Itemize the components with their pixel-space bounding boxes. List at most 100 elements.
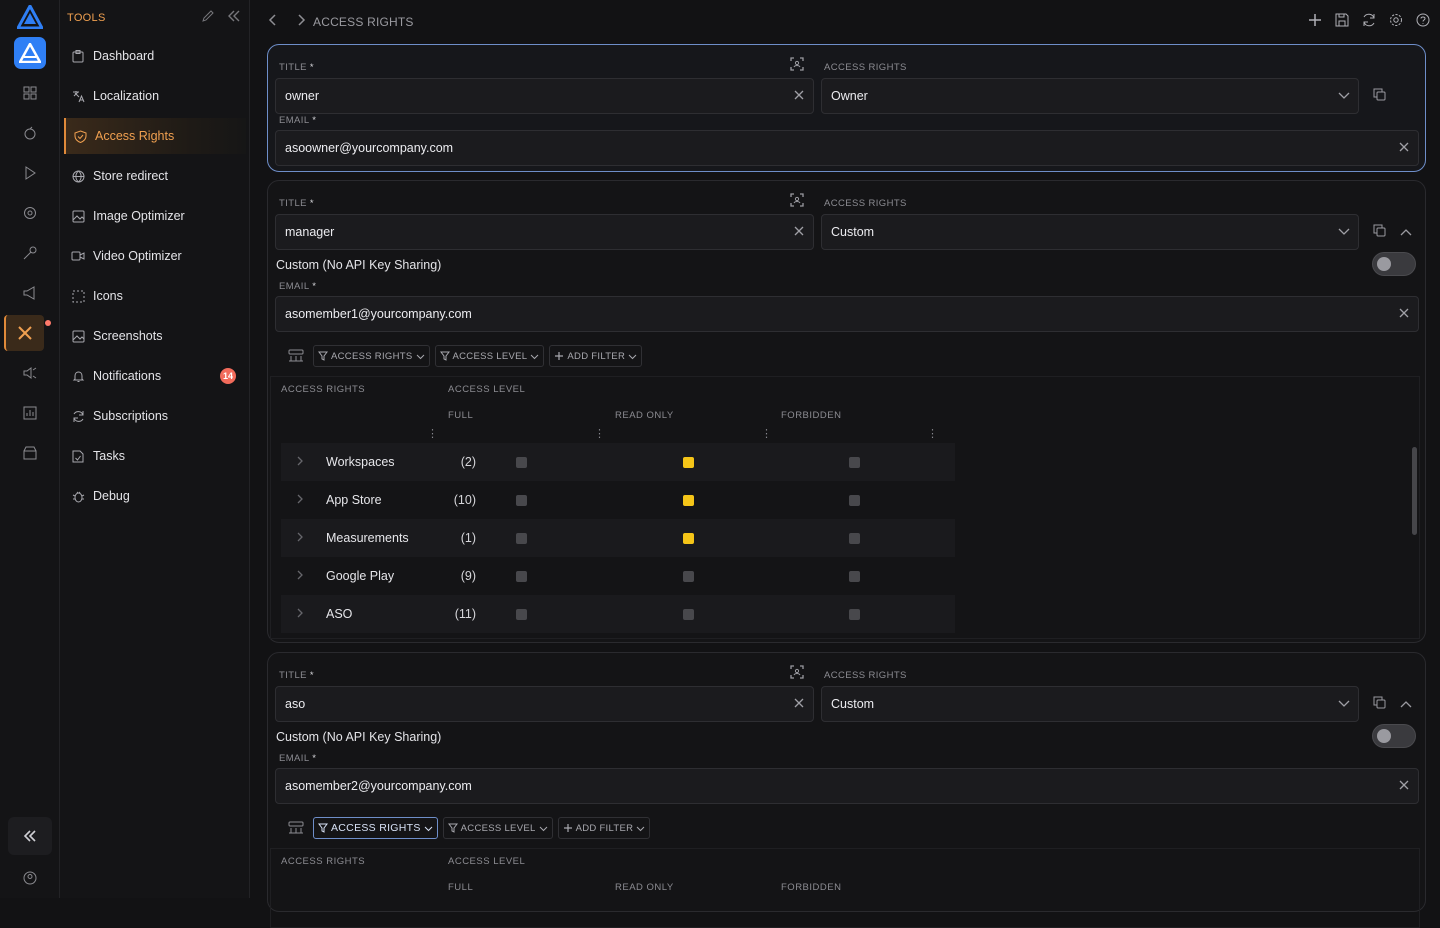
sidebar-item-label: Subscriptions	[93, 409, 169, 423]
api-key-sharing-toggle[interactable]	[1372, 252, 1416, 276]
column-menu-icon[interactable]: ⋮	[594, 427, 605, 440]
checkbox-read-only[interactable]	[683, 571, 694, 582]
filter-access-rights-button[interactable]: ACCESS RIGHTS	[313, 345, 430, 367]
sidebar-item-tasks[interactable]: Tasks	[64, 438, 246, 474]
chevron-up-icon[interactable]	[1400, 699, 1412, 711]
chevron-up-icon[interactable]	[1400, 227, 1412, 239]
checkbox-read-only[interactable]	[683, 495, 694, 506]
sidebar-item-notifications[interactable]: Notifications 14	[64, 358, 246, 394]
translate-icon	[71, 89, 85, 103]
filter-access-level-button[interactable]: ACCESS LEVEL	[442, 817, 553, 839]
checkbox-full[interactable]	[516, 533, 527, 544]
checkbox-forbidden[interactable]	[849, 495, 860, 506]
group-icon[interactable]	[288, 349, 304, 363]
app-icon[interactable]	[14, 37, 46, 69]
megaphone-icon[interactable]	[20, 283, 40, 303]
help-icon[interactable]	[1416, 13, 1430, 27]
pencil-icon[interactable]	[201, 9, 215, 23]
expand-chevron-icon[interactable]	[295, 455, 305, 467]
checkbox-forbidden[interactable]	[849, 457, 860, 468]
filter-access-rights-button[interactable]: ACCESS RIGHTS	[313, 817, 438, 839]
play-icon[interactable]	[20, 163, 40, 183]
sidebar-item-video-optimizer[interactable]: Video Optimizer	[64, 238, 246, 274]
expand-chevron-icon[interactable]	[295, 569, 305, 581]
checkbox-read-only[interactable]	[683, 609, 694, 620]
copy-icon[interactable]	[1373, 88, 1386, 101]
scan-icon[interactable]	[790, 665, 804, 679]
checkbox-read-only[interactable]	[683, 533, 694, 544]
access-rights-select[interactable]: Owner	[821, 78, 1359, 114]
sidebar-item-access-rights[interactable]: Access Rights	[64, 118, 246, 154]
column-menu-icon[interactable]: ⋮	[761, 427, 772, 440]
table-row[interactable]: Measurements (1)	[281, 519, 955, 557]
forward-arrow-icon[interactable]	[294, 13, 308, 27]
checkbox-forbidden[interactable]	[849, 609, 860, 620]
clear-icon[interactable]	[793, 697, 805, 709]
add-filter-button[interactable]: ADD FILTER	[549, 345, 643, 367]
sidebar-item-debug[interactable]: Debug	[64, 478, 246, 514]
store-icon[interactable]	[20, 443, 40, 463]
sidebar-item-screenshots[interactable]: Screenshots	[64, 318, 246, 354]
apple-icon[interactable]	[20, 123, 40, 143]
scan-icon[interactable]	[790, 193, 804, 207]
copy-icon[interactable]	[1373, 224, 1386, 237]
group-icon[interactable]	[288, 821, 304, 835]
grid-icon[interactable]	[20, 83, 40, 103]
sidebar-item-image-optimizer[interactable]: Image Optimizer	[64, 198, 246, 234]
email-input[interactable]: asomember2@yourcompany.com	[275, 768, 1419, 804]
title-input[interactable]: aso	[275, 686, 814, 722]
expand-chevron-icon[interactable]	[295, 607, 305, 619]
sidebar-item-store-redirect[interactable]: Store redirect	[64, 158, 246, 194]
checkbox-forbidden[interactable]	[849, 533, 860, 544]
email-input[interactable]: asoowner@yourcompany.com	[275, 130, 1419, 166]
api-key-sharing-toggle[interactable]	[1372, 724, 1416, 748]
tools-icon[interactable]	[4, 315, 44, 351]
sidebar-item-dashboard[interactable]: Dashboard	[64, 38, 246, 74]
email-input[interactable]: asomember1@yourcompany.com	[275, 296, 1419, 332]
clear-icon[interactable]	[1398, 779, 1410, 791]
key-icon[interactable]	[20, 243, 40, 263]
add-icon[interactable]	[1308, 13, 1322, 27]
table-row[interactable]: Workspaces (2)	[281, 443, 955, 481]
sidebar-item-icons[interactable]: Icons	[64, 278, 246, 314]
speaker-icon[interactable]	[20, 363, 40, 383]
checkbox-read-only[interactable]	[683, 457, 694, 468]
expand-chevron-icon[interactable]	[295, 531, 305, 543]
member-card-owner[interactable]: TITLE * ACCESS RIGHTS owner Owner EMAIL …	[267, 44, 1426, 172]
checkbox-full[interactable]	[516, 495, 527, 506]
sidebar-item-localization[interactable]: Localization	[64, 78, 246, 114]
title-input[interactable]: manager	[275, 214, 814, 250]
add-filter-button[interactable]: ADD FILTER	[557, 817, 651, 839]
table-row[interactable]: Google Play (9)	[281, 557, 955, 595]
clear-icon[interactable]	[793, 89, 805, 101]
checkbox-forbidden[interactable]	[849, 571, 860, 582]
clear-icon[interactable]	[1398, 141, 1410, 153]
table-scrollbar[interactable]	[1412, 447, 1417, 535]
column-menu-icon[interactable]: ⋮	[427, 427, 438, 440]
column-menu-icon[interactable]: ⋮	[927, 427, 938, 440]
checkbox-full[interactable]	[516, 571, 527, 582]
collapse-sidebar-icon[interactable]	[227, 9, 241, 23]
gear-icon[interactable]	[1389, 13, 1403, 27]
reload-icon[interactable]	[1362, 13, 1376, 27]
checkbox-full[interactable]	[516, 457, 527, 468]
access-rights-select[interactable]: Custom	[821, 686, 1359, 722]
back-arrow-icon[interactable]	[266, 13, 280, 27]
clear-icon[interactable]	[1398, 307, 1410, 319]
access-rights-select[interactable]: Custom	[821, 214, 1359, 250]
checkbox-full[interactable]	[516, 609, 527, 620]
copy-icon[interactable]	[1373, 696, 1386, 709]
target-icon[interactable]	[20, 203, 40, 223]
save-icon[interactable]	[1335, 13, 1349, 27]
clear-icon[interactable]	[793, 225, 805, 237]
sidebar-item-subscriptions[interactable]: Subscriptions	[64, 398, 246, 434]
filter-access-level-button[interactable]: ACCESS LEVEL	[434, 345, 545, 367]
collapse-rail-button[interactable]	[8, 817, 52, 855]
chart-icon[interactable]	[20, 403, 40, 423]
table-row[interactable]: App Store (10)	[281, 481, 955, 519]
user-icon[interactable]	[20, 868, 40, 888]
title-input[interactable]: owner	[275, 78, 814, 114]
expand-chevron-icon[interactable]	[295, 493, 305, 505]
table-row[interactable]: ASO (11)	[281, 595, 955, 633]
scan-icon[interactable]	[790, 57, 804, 71]
